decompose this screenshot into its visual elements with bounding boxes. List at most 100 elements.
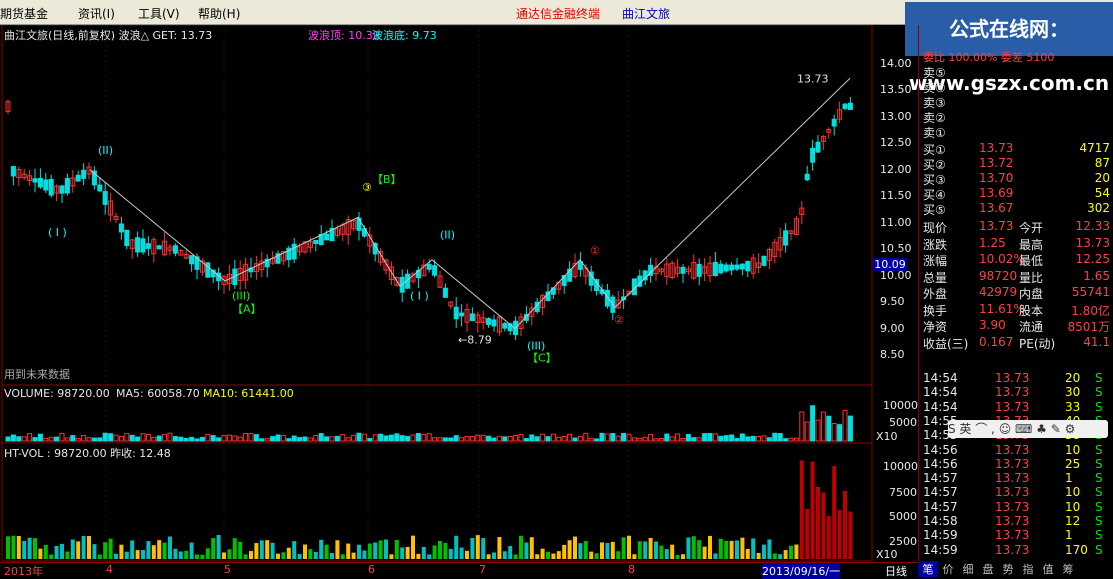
htvol-bar [562,544,567,559]
candle-body [459,312,465,317]
volume-bar [383,435,389,442]
volume-bar [16,436,22,442]
htvol-bar [130,540,135,559]
htvol-bar [843,490,847,559]
htvol-bar [481,538,486,559]
htvol-bar [540,548,545,559]
htvol-bar [745,549,750,559]
buy-level-volume: 87 [1094,156,1110,170]
htvol-bar [794,544,799,559]
stat-label: PE(动) [1019,336,1056,351]
htvol-bar [767,539,772,559]
ime-toolbar[interactable]: S 英 ⌒ , ☺ ⌨ ♣ ✎ ⚙ [948,420,1108,438]
candle-body [10,166,16,177]
wave-label: (III) [232,289,250,302]
volume-bar [550,433,556,442]
volume-bar [81,434,87,442]
main-chart-title: 曲江文旅(日线,前复权) 波浪△ GET: 13.73 [4,29,213,42]
htvol-bar [621,537,626,559]
htvol-bar [76,541,81,559]
volume-bar [194,438,200,442]
kline-chart-area[interactable]: ( I )(II)(III)【A】③【B】(II)( I )(III)【C】①②… [0,25,918,575]
htvol-bar [378,540,383,559]
period-label[interactable]: 日线 [885,563,907,579]
volume-bar [739,433,745,442]
volume-bar [318,433,324,442]
candle-body [761,255,767,266]
wave-label: ① [590,244,600,257]
htvol-bar [551,553,556,559]
htvol-bar [567,540,572,559]
htvol-bar [227,549,232,559]
tick-time: 14:54 [923,371,958,385]
volume-bar [707,433,713,442]
htvol-bar [205,548,210,559]
htvol-bar [524,542,529,559]
volume-bar [653,438,659,442]
menu-futures-funds[interactable]: 期货基金 [0,5,48,22]
tick-volume: 30 [1065,385,1081,400]
volume-bar [216,437,222,442]
volume-bar [642,436,648,442]
candle-body [442,287,448,298]
wave-label: ② [614,313,624,326]
volume-bar [599,432,605,442]
volume-bar [97,437,103,442]
tick-price: 13.73 [995,514,1030,528]
htvol-bar [394,539,399,559]
htvol-bar [43,544,48,559]
buy-level-price: 13.72 [979,156,1014,170]
htvol-bar [465,550,469,559]
stat-label: 现价 [923,221,948,235]
volume-bar [32,437,38,442]
volume-bar [10,434,16,442]
menu-tools[interactable]: 工具(V) [138,5,180,22]
htvol-bar [497,537,502,559]
candle-body [48,178,54,196]
volume-bar [615,435,621,442]
volume-bar [237,436,243,442]
volume-bar [275,434,281,442]
volume-bar [577,436,583,442]
htvol-bar [135,550,140,559]
htvol-bar [810,461,815,559]
candle-body [847,102,853,110]
volume-bar [329,436,335,442]
htvol-bar [411,535,415,559]
volume-bar [253,434,259,442]
htvol-bar [340,554,345,559]
htvol-bar [475,535,480,559]
wave-label: (II) [98,144,113,157]
htvol-bar [81,535,86,559]
volume-bar [167,432,173,442]
candle-body [156,245,162,250]
stat-value: 13.73 [1075,235,1110,250]
current-price-box: 10.09 [873,258,907,271]
tick-side: S [1095,442,1103,457]
tick-volume: 1 [1065,528,1073,543]
candle-body [712,261,718,277]
volume-bar [545,436,551,442]
price-tick: 9.00 [880,321,905,335]
menu-help[interactable]: 帮助(H) [198,5,240,22]
tick-time: 14:57 [923,499,958,514]
vol-tick-10000: 10000 [883,399,918,412]
volume-bar [43,437,49,442]
htvol-bar [108,538,113,559]
stat-value: 1.65 [1083,268,1110,283]
htvol-bar [848,511,853,559]
htvol-bar [681,554,685,559]
htvol-bar [637,541,642,559]
htvol-bar [308,549,313,559]
htvol-bar [303,544,307,559]
volume-bar [729,434,735,442]
menu-info[interactable]: 资讯(I) [78,5,115,22]
price-tick: 13.00 [880,109,912,123]
candle-body [81,169,87,179]
candle-body [745,260,751,272]
wave-label: 【A】 [232,303,262,316]
stat-label: 涨幅 [923,254,948,268]
htvol-bar [740,537,745,559]
candle-body [432,265,438,276]
volume-bar [480,434,486,442]
